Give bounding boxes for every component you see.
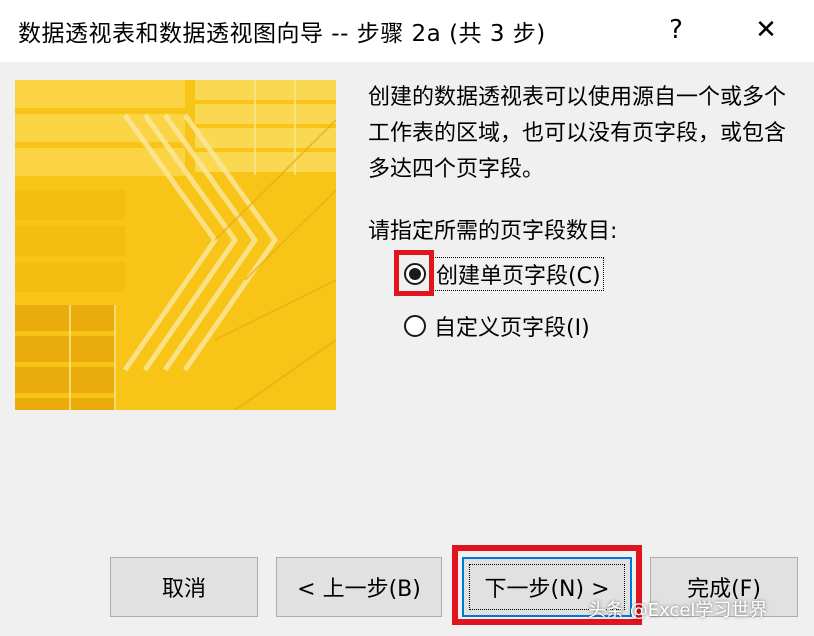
cancel-button[interactable]: 取消: [110, 557, 258, 617]
title-bar: 数据透视表和数据透视图向导 -- 步骤 2a (共 3 步) ? ✕: [0, 0, 814, 62]
page-field-prompt: 请指定所需的页字段数目:: [368, 219, 618, 244]
window-title: 数据透视表和数据透视图向导 -- 步骤 2a (共 3 步): [18, 21, 546, 47]
radio-label-custom-page-fields[interactable]: 自定义页字段(I): [434, 310, 590, 342]
radio-button-unchecked[interactable]: [404, 315, 426, 337]
radio-single-page-field[interactable]: 创建单页字段(C): [404, 257, 604, 291]
back-button[interactable]: < 上一步(B): [276, 557, 442, 617]
radio-label-single-page-field[interactable]: 创建单页字段(C): [433, 257, 604, 291]
radio-custom-page-fields[interactable]: 自定义页字段(I): [404, 310, 590, 342]
wizard-banner-image: [15, 80, 336, 410]
close-button[interactable]: ✕: [744, 8, 788, 52]
watermark-text: 头条 @Excel学习世界: [588, 600, 768, 621]
help-button[interactable]: ?: [654, 8, 698, 52]
description-text: 创建的数据透视表可以使用源自一个或多个工作表的区域，也可以没有页字段，或包含多达…: [368, 85, 787, 182]
radio-button-checked[interactable]: [404, 263, 426, 285]
